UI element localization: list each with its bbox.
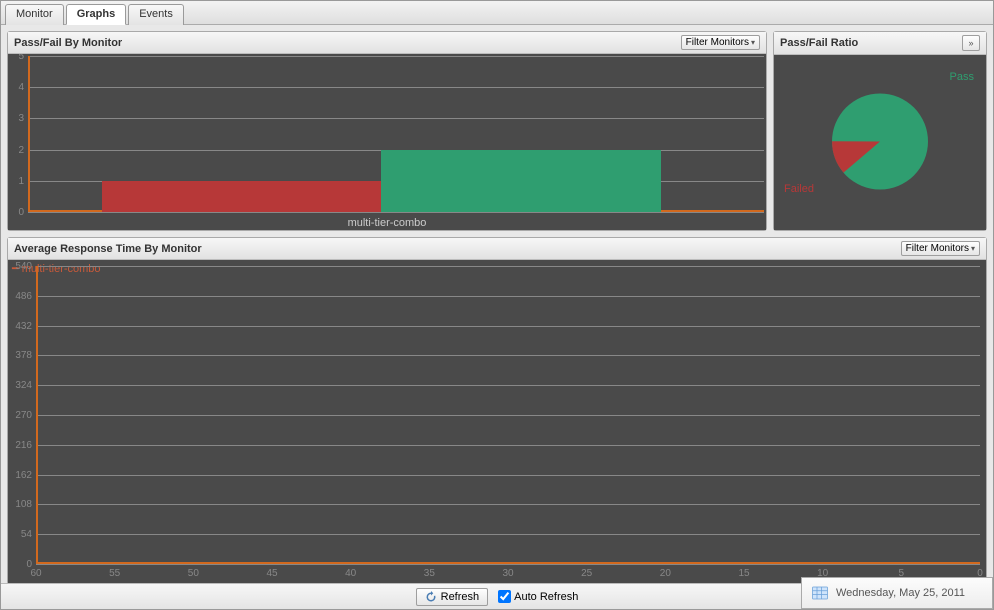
panel-passfail-ratio: Pass/Fail Ratio » Pass Failed [773,31,987,231]
date-text: Wednesday, May 25, 2011 [836,587,965,599]
refresh-icon [425,591,437,603]
date-panel[interactable]: Wednesday, May 25, 2011 [801,577,993,609]
tab-monitor[interactable]: Monitor [5,4,64,25]
panel-title: Pass/Fail By Monitor [14,37,122,49]
refresh-label: Refresh [441,591,480,603]
bar-xlabel: multi-tier-combo [8,217,766,229]
tab-graphs[interactable]: Graphs [66,4,127,25]
filter-monitors-button[interactable]: Filter Monitors [901,241,980,256]
tabs-bar: Monitor Graphs Events [1,1,993,25]
expand-button[interactable]: » [962,35,980,51]
pie-svg [820,81,940,201]
line-chart: multi-tier-combo 05410816221627032437843… [8,260,986,584]
panel-avg-response: Average Response Time By Monitor Filter … [7,237,987,585]
refresh-button[interactable]: Refresh [416,588,489,606]
panel-title: Average Response Time By Monitor [14,243,202,255]
calendar-icon [810,584,830,602]
auto-refresh-label: Auto Refresh [514,591,578,603]
bar-chart: 012345 multi-tier-combo [8,54,766,230]
pie-label-fail: Failed [784,183,814,195]
auto-refresh-checkbox[interactable] [498,590,511,603]
pie-label-pass: Pass [950,71,974,83]
auto-refresh-toggle[interactable]: Auto Refresh [498,590,578,603]
tab-events[interactable]: Events [128,4,184,25]
pie-chart: Pass Failed [774,55,986,230]
filter-monitors-button[interactable]: Filter Monitors [681,35,760,50]
panel-title: Pass/Fail Ratio [780,37,858,49]
panel-passfail-monitor: Pass/Fail By Monitor Filter Monitors 012… [7,31,767,231]
content-area: Pass/Fail By Monitor Filter Monitors 012… [1,25,993,585]
